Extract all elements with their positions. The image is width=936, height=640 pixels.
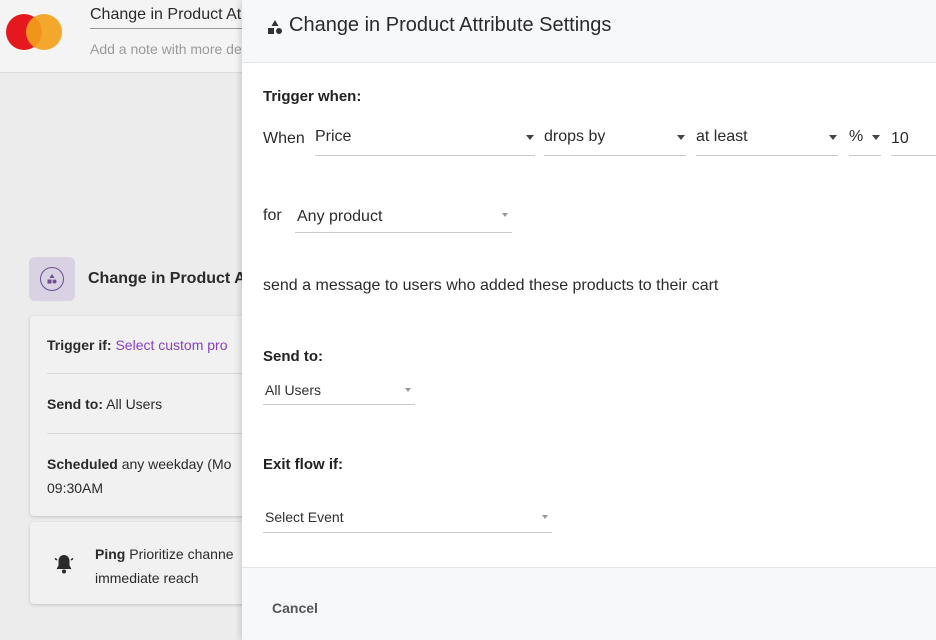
chevron-down-icon (405, 388, 411, 392)
amount-input[interactable] (891, 122, 936, 156)
attribute-select[interactable]: Price (315, 122, 535, 156)
chevron-down-icon (829, 135, 837, 140)
node-title: Change in Product At (88, 270, 251, 287)
product-select[interactable]: Any product (295, 201, 512, 233)
panel-footer: Cancel (242, 567, 936, 640)
send-to-label: Send to: (263, 348, 323, 365)
chevron-down-icon (502, 213, 508, 217)
panel-title: Change in Product Attribute Settings (289, 14, 612, 36)
brand-logo (6, 14, 62, 50)
trigger-link[interactable]: Select custom pro (115, 337, 227, 353)
settings-panel: Change in Product Attribute Settings Tri… (242, 0, 936, 640)
unit-select[interactable]: % (849, 122, 881, 156)
node-card[interactable]: Trigger if: Select custom pro Send to: A… (30, 316, 270, 516)
panel-header: Change in Product Attribute Settings (242, 0, 936, 63)
exit-event-select[interactable]: Select Event (263, 500, 552, 533)
chevron-down-icon (677, 135, 685, 140)
bell-icon (54, 555, 74, 574)
chevron-down-icon (872, 135, 880, 140)
scheduled-time: 09:30AM (47, 480, 104, 496)
message-description: send a message to users who added these … (263, 277, 719, 294)
trigger-when-label: Trigger when: (263, 88, 362, 105)
ping-description: Ping Prioritize channe immediate reach (95, 546, 234, 586)
cancel-button[interactable]: Cancel (260, 596, 330, 620)
comparison-select[interactable]: at least (696, 122, 838, 156)
scheduled-row: Scheduled any weekday (Mo (47, 456, 232, 472)
exit-flow-label: Exit flow if: (263, 456, 343, 473)
product-attribute-node-icon[interactable] (29, 257, 75, 301)
trigger-row: Trigger if: Select custom pro (47, 337, 228, 353)
direction-select[interactable]: drops by (544, 122, 686, 156)
for-label: for (263, 207, 282, 224)
chevron-down-icon (542, 515, 548, 519)
ping-card[interactable]: Ping Prioritize channe immediate reach (30, 522, 270, 604)
send-to-row: Send to: All Users (47, 396, 163, 412)
shapes-icon (268, 20, 282, 34)
chevron-down-icon (526, 135, 534, 140)
when-label: When (263, 130, 305, 147)
send-to-select[interactable]: All Users (263, 374, 415, 405)
flow-note-input[interactable]: Add a note with more de (90, 41, 242, 57)
